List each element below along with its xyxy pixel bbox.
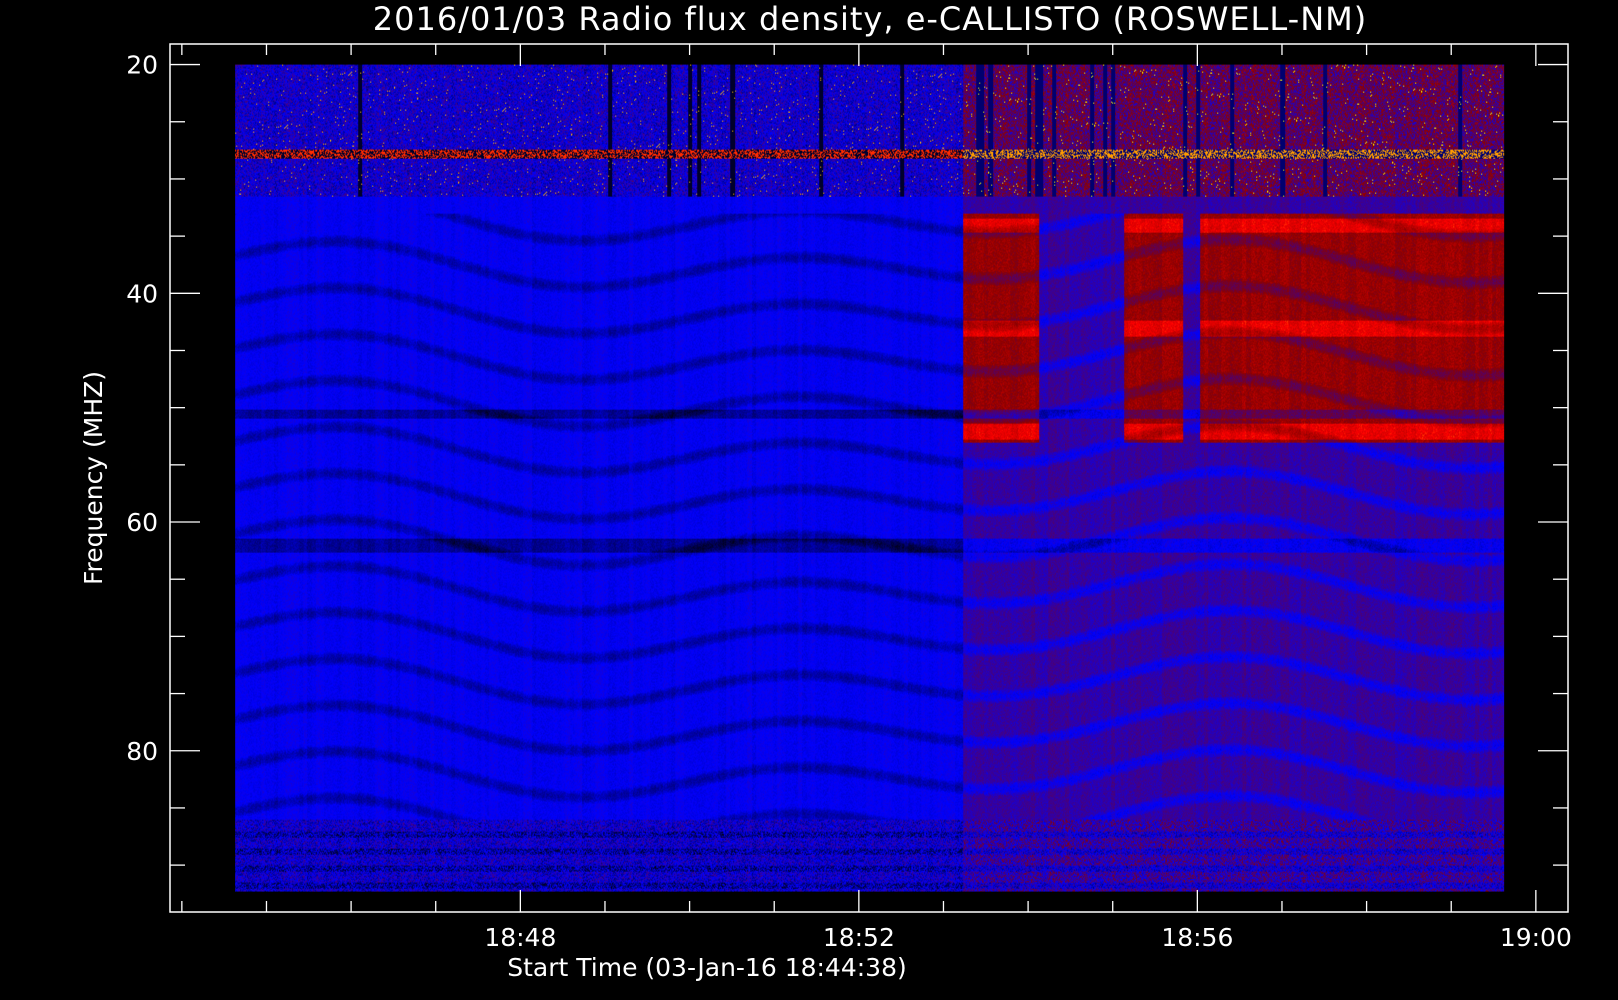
- spectrogram-image: [235, 64, 1505, 892]
- x-tick-label: 18:48: [484, 923, 556, 952]
- y-tick-label: 40: [126, 279, 158, 308]
- spectrogram-heatmap: [235, 64, 1505, 892]
- x-tick-label: 18:56: [1161, 923, 1233, 952]
- y-axis-label: Frequency (MHZ): [79, 371, 108, 585]
- spectrogram-chart: 2016/01/03 Radio flux density, e-CALLIST…: [0, 0, 1618, 1000]
- x-tick-label: 19:00: [1500, 923, 1572, 952]
- chart-title: 2016/01/03 Radio flux density, e-CALLIST…: [373, 0, 1367, 38]
- x-tick-label: 18:52: [823, 923, 895, 952]
- y-tick-label: 20: [126, 51, 158, 80]
- y-tick-label: 80: [126, 737, 158, 766]
- x-axis-label: Start Time (03-Jan-16 18:44:38): [507, 953, 906, 982]
- y-tick-label: 60: [126, 508, 158, 537]
